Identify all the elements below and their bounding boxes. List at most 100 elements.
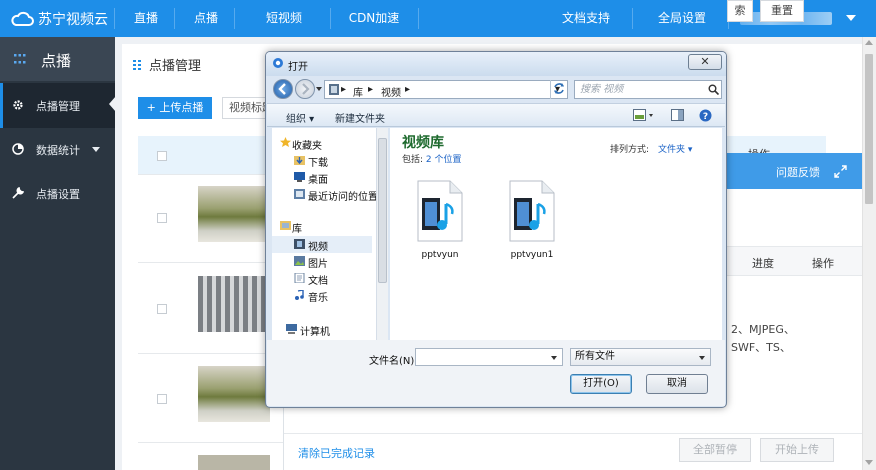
browser-icon [273,58,283,68]
upload-panel-footer: 清除已完成记录 全部暂停 开始上传 [284,433,862,470]
video-thumbnail[interactable] [198,276,270,332]
filetype-select[interactable]: 所有文件 [570,348,711,366]
dialog-search-input[interactable]: 搜索 视频 [574,80,722,99]
sidebar-header-label: 点播 [41,52,72,70]
nav-live[interactable]: 直播 [124,0,168,37]
wrench-icon [12,187,24,199]
clear-completed-link[interactable]: 清除已完成记录 [298,445,375,461]
nav-divider [632,8,633,29]
row-checkbox[interactable] [157,213,167,223]
chevron-down-icon[interactable] [551,356,557,360]
view-options-icon[interactable] [633,109,655,122]
sidebar-item-stats[interactable]: 数据统计 [0,127,115,172]
preview-pane-icon[interactable] [671,109,684,121]
arrow-right-icon [302,83,310,95]
nav-recent[interactable]: 最近访问的位置 [308,188,378,203]
address-separator: ▸ [405,84,411,95]
downloads-folder-icon [294,156,305,165]
nav-documents[interactable]: 文档 [308,272,328,287]
documents-icon [294,273,305,283]
row-checkbox[interactable] [157,304,167,314]
active-indicator-arrow [109,96,116,112]
cancel-button[interactable]: 取消 [646,374,708,394]
row-checkbox[interactable] [157,394,167,404]
refresh-button[interactable] [550,80,568,99]
select-all-checkbox[interactable] [157,151,167,161]
nav-divider [174,8,175,29]
upload-vod-button[interactable]: + 上传点播 [138,97,212,119]
navigation-pane-scrollbar[interactable] [376,128,388,340]
chevron-down-icon[interactable] [846,15,856,21]
scroll-down-icon[interactable] [865,460,873,465]
nav-vod[interactable]: 点播 [184,0,228,37]
format-note: SWF、TS、 [731,341,791,354]
gear-icon [13,100,23,110]
file-name: pptvyun1 [510,250,554,260]
nav-docs[interactable]: 文档支持 [556,0,616,37]
start-upload-button[interactable]: 开始上传 [760,438,834,462]
nav-short-video[interactable]: 短视频 [256,0,312,37]
dialog-titlebar: 打开 ✕ [266,52,726,76]
format-note: 2、MJPEG、 [731,323,795,336]
grid-icon [133,60,141,70]
address-segment[interactable]: 视频 [381,84,401,99]
pause-all-button[interactable]: 全部暂停 [679,438,751,462]
recent-places-icon [294,189,305,199]
refresh-icon [554,83,564,94]
nav-downloads[interactable]: 下载 [308,154,328,169]
nav-music[interactable]: 音乐 [308,289,328,304]
close-button[interactable]: ✕ [688,54,722,70]
help-icon[interactable]: ? [699,109,712,122]
dialog-toolbar: 组织 ▾ 新建文件夹 ? [267,103,725,127]
nav-cdn[interactable]: CDN加速 [344,0,404,37]
brand-logo[interactable]: 苏宁视频云 [10,8,108,30]
open-button[interactable]: 打开(O) [570,374,632,394]
reset-button[interactable]: 重置 [760,0,804,22]
file-list-pane: 视频库 包括: 2 个位置 排列方式: 文件夹 ▾ pptvyun pptvyu… [390,128,722,340]
video-file-icon [509,180,555,242]
video-library-icon [294,239,305,249]
nav-desktop[interactable]: 桌面 [308,171,328,186]
address-bar[interactable]: ▸ 库 ▸ 视频 ▸ ▾ [324,80,568,99]
sidebar-item-label: 数据统计 [36,144,80,157]
arrow-left-icon [278,83,286,95]
dialog-title: 打开 [288,62,308,73]
feedback-link[interactable]: 问题反馈 [776,164,820,180]
chevron-down-icon[interactable] [316,87,322,91]
sort-select[interactable]: 文件夹 ▾ [658,142,692,155]
chevron-down-icon[interactable] [699,356,705,360]
address-row: ▸ 库 ▸ 视频 ▸ ▾ 搜索 视频 [266,76,726,103]
back-button[interactable] [273,79,293,99]
scrollbar-thumb[interactable] [865,54,873,204]
nav-settings[interactable]: 全局设置 [652,0,712,37]
sidebar-item-vod-settings[interactable]: 点播设置 [0,171,115,216]
library-locations-link[interactable]: 2 个位置 [426,155,462,165]
open-file-dialog: 打开 ✕ ▸ 库 ▸ 视频 ▸ ▾ 搜索 视频 组织 ▾ 新建文件夹 ? 收藏夹… [265,51,727,408]
scroll-up-icon[interactable] [865,40,873,45]
column-progress: 进度 [752,257,774,270]
cloud-logo-icon [11,11,34,26]
search-button[interactable]: 索 [727,0,753,22]
brand-name: 苏宁视频云 [38,12,108,28]
column-action: 操作 [812,257,834,270]
new-folder-button[interactable]: 新建文件夹 [335,110,385,125]
video-thumbnail[interactable] [198,455,270,470]
video-thumbnail[interactable] [198,186,270,242]
sidebar-item-label: 点播管理 [36,100,80,113]
sidebar-item-vod-manage[interactable]: 点播管理 [0,83,115,128]
sidebar-item-label: 点播设置 [36,188,80,201]
organize-menu[interactable]: 组织 ▾ [286,110,314,125]
forward-button[interactable] [295,79,315,99]
filename-input[interactable] [415,348,563,366]
scrollbar-thumb[interactable] [378,138,387,283]
expand-icon[interactable] [834,165,847,178]
nav-computer[interactable]: 计算机 [300,323,330,338]
library-includes-label: 包括: [402,155,424,165]
address-segment[interactable]: 库 [353,84,363,99]
nav-videos[interactable]: 视频 [308,238,328,253]
video-thumbnail[interactable] [198,366,270,422]
nav-favorites[interactable]: 收藏夹 [292,137,322,152]
nav-libraries[interactable]: 库 [292,220,302,235]
nav-pictures[interactable]: 图片 [308,255,328,270]
search-icon[interactable] [708,84,719,95]
